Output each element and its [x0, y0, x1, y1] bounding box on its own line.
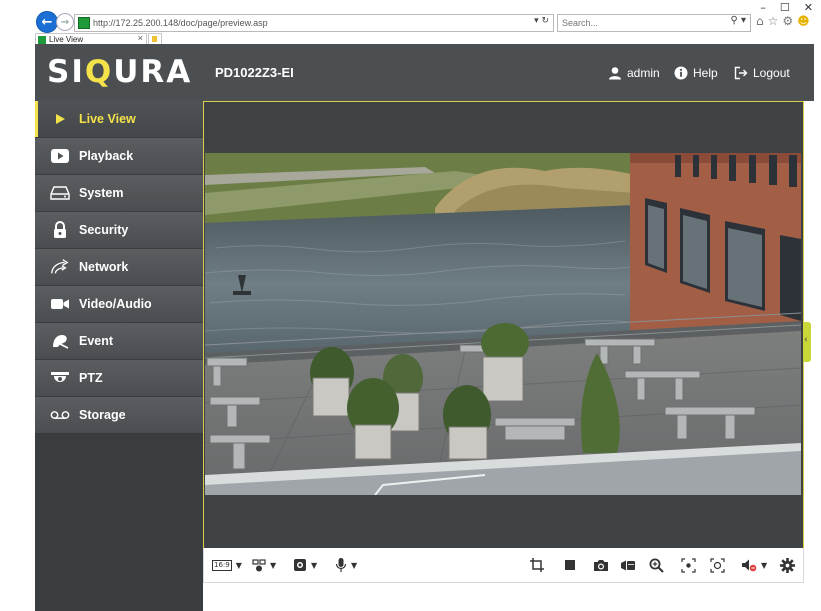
- settings-button[interactable]: [780, 556, 795, 574]
- playback-icon: [50, 146, 70, 166]
- sidebar-item-storage[interactable]: Storage: [35, 397, 203, 433]
- digital-zoom-icon: [649, 558, 664, 573]
- live-view-panel: [203, 101, 804, 549]
- forward-button[interactable]: →: [56, 13, 74, 31]
- sidebar-item-playback[interactable]: Playback: [35, 138, 203, 174]
- sidebar-item-system[interactable]: System: [35, 175, 203, 211]
- tools-gear-icon[interactable]: ⚙: [782, 14, 793, 28]
- 3d-position-button[interactable]: [710, 556, 725, 574]
- help-label: Help: [693, 66, 718, 80]
- window-controls: – ☐ ✕: [760, 1, 813, 14]
- sidebar-item-label: Event: [79, 334, 114, 348]
- settings-icon: [780, 557, 795, 573]
- camera-scene: [205, 153, 801, 495]
- network-icon: [50, 257, 70, 277]
- camera-icon: [50, 294, 70, 314]
- sidebar-item-label: Playback: [79, 149, 134, 163]
- siqura-logo: SIQURA: [47, 54, 193, 90]
- logout-link[interactable]: Logout: [734, 66, 790, 80]
- chevron-down-icon: ▼: [235, 560, 242, 570]
- maximize-button[interactable]: ☐: [780, 1, 790, 14]
- sidebar: Live View Playback System Security Netwo…: [35, 101, 203, 611]
- ptz-panel-toggle[interactable]: ‹: [803, 322, 811, 362]
- crop-button[interactable]: [530, 556, 544, 574]
- event-icon: [50, 331, 70, 351]
- system-icon: [50, 183, 70, 203]
- aspect-ratio-icon: 16:9: [212, 559, 232, 571]
- feedback-smiley-icon[interactable]: ☻: [797, 14, 810, 28]
- snapshot-button[interactable]: [593, 556, 609, 574]
- live-video-stream[interactable]: [205, 153, 801, 495]
- close-window-button[interactable]: ✕: [804, 1, 813, 14]
- device-model: PD1022Z3-EI: [215, 65, 294, 80]
- address-tools[interactable]: ▾ ↻: [534, 16, 549, 26]
- focus-icon: [681, 557, 696, 573]
- lock-icon: [50, 220, 70, 240]
- audio-mute-icon: [742, 559, 757, 572]
- site-icon: [78, 17, 90, 29]
- chevron-down-icon: ▼: [311, 560, 318, 570]
- sidebar-item-label: Network: [79, 260, 129, 274]
- video-control-bar: 16:9 ▼ ▼ ▼ ▼ ▼: [203, 548, 804, 583]
- sidebar-item-ptz[interactable]: PTZ: [35, 360, 203, 396]
- sidebar-item-label: System: [79, 186, 124, 200]
- snapshot-icon: [594, 559, 608, 571]
- sidebar-item-label: Security: [79, 223, 129, 237]
- home-icon[interactable]: ⌂: [756, 14, 764, 28]
- search-input[interactable]: [558, 17, 714, 29]
- aspect-ratio-dropdown[interactable]: 16:9 ▼: [212, 556, 242, 574]
- stream-select-icon: [252, 559, 266, 572]
- logout-label: Logout: [753, 66, 790, 80]
- digital-zoom-button[interactable]: [649, 556, 664, 574]
- storage-icon: [50, 405, 70, 425]
- back-button[interactable]: ←: [36, 11, 58, 33]
- stop-icon: [565, 560, 575, 570]
- tab-site-icon: [38, 35, 46, 44]
- stop-button[interactable]: [565, 556, 575, 574]
- help-link[interactable]: Help: [674, 66, 718, 80]
- sidebar-item-live-view[interactable]: Live View: [35, 101, 203, 137]
- microphone-dropdown[interactable]: ▼: [335, 556, 357, 574]
- plugin-select-dropdown[interactable]: ▼: [293, 556, 317, 574]
- sidebar-item-label: Video/Audio: [79, 297, 152, 311]
- sidebar-item-network[interactable]: Network: [35, 249, 203, 285]
- ptz-icon: [50, 368, 70, 388]
- user-icon: [609, 67, 621, 80]
- play-icon: [50, 109, 70, 129]
- chevron-down-icon: ▼: [270, 560, 277, 570]
- sidebar-item-video-audio[interactable]: Video/Audio: [35, 286, 203, 322]
- audio-mute-dropdown[interactable]: ▼: [741, 556, 767, 574]
- stream-select-dropdown[interactable]: ▼: [252, 556, 276, 574]
- logout-icon: [734, 66, 748, 80]
- tab-close-icon[interactable]: ×: [138, 33, 143, 43]
- plugin-select-icon: [294, 559, 306, 571]
- search-icon[interactable]: ⚲ ▾: [730, 15, 746, 26]
- 3d-position-icon: [710, 557, 725, 573]
- address-url[interactable]: http://172.25.200.148/doc/page/preview.a…: [93, 18, 268, 28]
- tab-title: Live View: [49, 35, 84, 44]
- sidebar-item-label: Live View: [79, 112, 136, 126]
- record-button[interactable]: [620, 556, 636, 574]
- browser-chrome: – ☐ ✕ ← → http://172.25.200.148/doc/page…: [0, 0, 821, 46]
- sidebar-item-label: Storage: [79, 408, 126, 422]
- user-label: admin: [627, 66, 660, 80]
- address-bar[interactable]: http://172.25.200.148/doc/page/preview.a…: [74, 14, 554, 32]
- sidebar-item-label: PTZ: [79, 371, 103, 385]
- crop-icon: [530, 558, 544, 572]
- sidebar-item-event[interactable]: Event: [35, 323, 203, 359]
- chevron-down-icon: ▼: [761, 560, 768, 570]
- minimize-button[interactable]: –: [760, 1, 766, 14]
- record-icon: [621, 560, 635, 570]
- browser-toolbar-icons: ⌂ ☆ ⚙ ☻: [756, 14, 810, 28]
- user-menu[interactable]: admin: [608, 66, 660, 80]
- sidebar-item-security[interactable]: Security: [35, 212, 203, 248]
- app-header: SIQURA PD1022Z3-EI admin Help Logout: [35, 44, 814, 101]
- focus-button[interactable]: [681, 556, 696, 574]
- search-box[interactable]: ⚲ ▾: [557, 14, 751, 32]
- chevron-down-icon: ▼: [351, 560, 358, 570]
- info-icon: [674, 66, 688, 80]
- chevron-left-icon: ‹: [804, 335, 808, 345]
- favorites-icon[interactable]: ☆: [768, 14, 779, 28]
- microphone-icon: [335, 558, 347, 572]
